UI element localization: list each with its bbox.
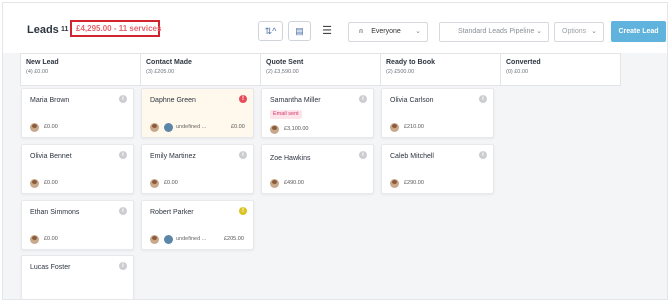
avatar <box>150 235 159 244</box>
pipeline-dropdown[interactable]: Standard Leads Pipeline ⌄ <box>439 22 549 42</box>
avatar <box>150 123 159 132</box>
lead-card[interactable]: Emily Martinez i £0.00 <box>141 144 254 194</box>
info-icon[interactable]: i <box>119 207 127 215</box>
status-badge: Email sent <box>270 110 302 119</box>
column-contact-made: Contact Made (3) £205.00 <box>140 53 261 86</box>
info-icon[interactable]: i <box>119 151 127 159</box>
column-title: New Lead <box>26 59 59 66</box>
lead-name: Lucas Foster <box>30 264 71 271</box>
options-dropdown[interactable]: Options ⌄ <box>554 22 604 42</box>
lead-name: Olivia Carlson <box>390 97 434 104</box>
lead-price: £490.00 <box>284 180 304 186</box>
list-view-button[interactable]: ☰ <box>318 22 336 40</box>
lead-card[interactable]: Zoe Hawkins i £490.00 <box>261 144 374 194</box>
info-icon[interactable]: i <box>479 95 487 103</box>
column-summary: (4) £0.00 <box>26 69 49 75</box>
info-icon[interactable]: i <box>239 151 247 159</box>
column-title: Contact Made <box>146 59 192 66</box>
lead-price: £205.00 <box>224 236 244 242</box>
info-icon[interactable]: i <box>119 262 127 270</box>
avatar <box>390 123 399 132</box>
sort-arrows-icon: ⇅^ <box>264 26 277 36</box>
lead-name: Maria Brown <box>30 97 70 104</box>
column-converted: Converted (0) £0.00 <box>500 53 621 86</box>
lead-name: Ethan Simmons <box>30 209 80 216</box>
info-icon[interactable]: i <box>119 95 127 103</box>
lead-card[interactable]: Maria Brown i £0.00 <box>21 88 134 138</box>
assignee-name: undefined ... <box>176 236 207 242</box>
person-icon: ⍝ <box>359 28 364 35</box>
alert-icon[interactable]: ! <box>239 95 247 103</box>
kanban-board: New Lead (4) £0.00 Contact Made (3) £205… <box>3 53 667 299</box>
lead-card[interactable]: Ethan Simmons i £0.00 <box>21 200 134 250</box>
info-icon[interactable]: i <box>359 95 367 103</box>
column-quote-sent: Quote Sent (2) £3,590.00 <box>260 53 381 86</box>
info-icon[interactable]: i <box>479 151 487 159</box>
info-icon[interactable]: i <box>359 151 367 159</box>
lead-card[interactable]: Olivia Carlson i £210.00 <box>381 88 494 138</box>
leads-page: Leads 11 £4,295.00 - 11 services ⇅^ ▤ ☰ … <box>2 2 668 300</box>
list-view-icon: ☰ <box>322 25 332 37</box>
column-summary: (2) £500.00 <box>386 69 415 75</box>
avatar <box>30 179 39 188</box>
lead-name: Daphne Green <box>150 97 196 104</box>
avatar <box>30 123 39 132</box>
chevron-down-icon: ⌄ <box>536 28 542 35</box>
lead-name: Caleb Mitchell <box>390 153 434 160</box>
total-summary: £4,295.00 - 11 services <box>70 20 161 37</box>
board-view-button[interactable]: ▤ <box>288 21 311 41</box>
avatar <box>30 235 39 244</box>
assignee-avatar <box>164 123 173 132</box>
pipeline-value: Standard Leads Pipeline <box>458 28 535 35</box>
lead-card[interactable]: Robert Parker ! undefined ... £205.00 <box>141 200 254 250</box>
assignee-name: undefined ... <box>176 124 207 130</box>
avatar <box>270 125 279 134</box>
lead-card[interactable]: Daphne Green ! undefined ... £0.00 <box>141 88 254 138</box>
avatar <box>270 179 279 188</box>
avatar <box>390 179 399 188</box>
column-summary: (2) £3,590.00 <box>266 69 299 75</box>
leads-header: Leads 11 £4,295.00 - 11 services ⇅^ ▤ ☰ … <box>3 3 667 49</box>
column-new-lead: New Lead (4) £0.00 <box>20 53 141 86</box>
lead-price: £210.00 <box>404 124 424 130</box>
column-summary: (3) £205.00 <box>146 69 175 75</box>
lead-name: Emily Martinez <box>150 153 196 160</box>
column-ready-to-book: Ready to Book (2) £500.00 <box>380 53 501 86</box>
sort-button[interactable]: ⇅^ <box>258 21 283 41</box>
lead-name: Olivia Bennet <box>30 153 72 160</box>
avatar <box>150 179 159 188</box>
assignee-avatar <box>164 235 173 244</box>
chevron-down-icon: ⌄ <box>415 28 421 35</box>
lead-name: Zoe Hawkins <box>270 155 311 162</box>
owner-filter-value: Everyone <box>371 28 401 35</box>
options-label: Options <box>562 28 587 35</box>
create-lead-button[interactable]: Create Lead <box>611 21 666 42</box>
column-summary: (0) £0.00 <box>506 69 529 75</box>
lead-price: £0.00 <box>231 124 245 130</box>
page-title: Leads <box>27 24 59 36</box>
lead-name: Samantha Miller <box>270 97 321 104</box>
lead-price: £0.00 <box>164 180 178 186</box>
lead-price: £0.00 <box>44 124 58 130</box>
lead-card[interactable]: Caleb Mitchell i £290.00 <box>381 144 494 194</box>
lead-card[interactable]: Samantha Miller i Email sent £3,100.00 <box>261 88 374 138</box>
lead-card[interactable]: Olivia Bennet i £0.00 <box>21 144 134 194</box>
lead-card[interactable]: Lucas Foster i <box>21 255 134 299</box>
column-title: Ready to Book <box>386 59 436 66</box>
alert-icon[interactable]: ! <box>239 207 247 215</box>
lead-price: £290.00 <box>404 180 424 186</box>
column-title: Converted <box>506 59 541 66</box>
chevron-down-icon: ⌄ <box>591 28 597 35</box>
owner-filter-dropdown[interactable]: ⍝ Everyone ⌄ <box>348 22 428 42</box>
lead-price: £0.00 <box>44 180 58 186</box>
lead-count: 11 <box>61 26 69 33</box>
lead-name: Robert Parker <box>150 209 194 216</box>
lead-price: £3,100.00 <box>284 126 309 132</box>
board-view-icon: ▤ <box>295 26 304 36</box>
column-title: Quote Sent <box>266 59 304 66</box>
lead-price: £0.00 <box>44 236 58 242</box>
